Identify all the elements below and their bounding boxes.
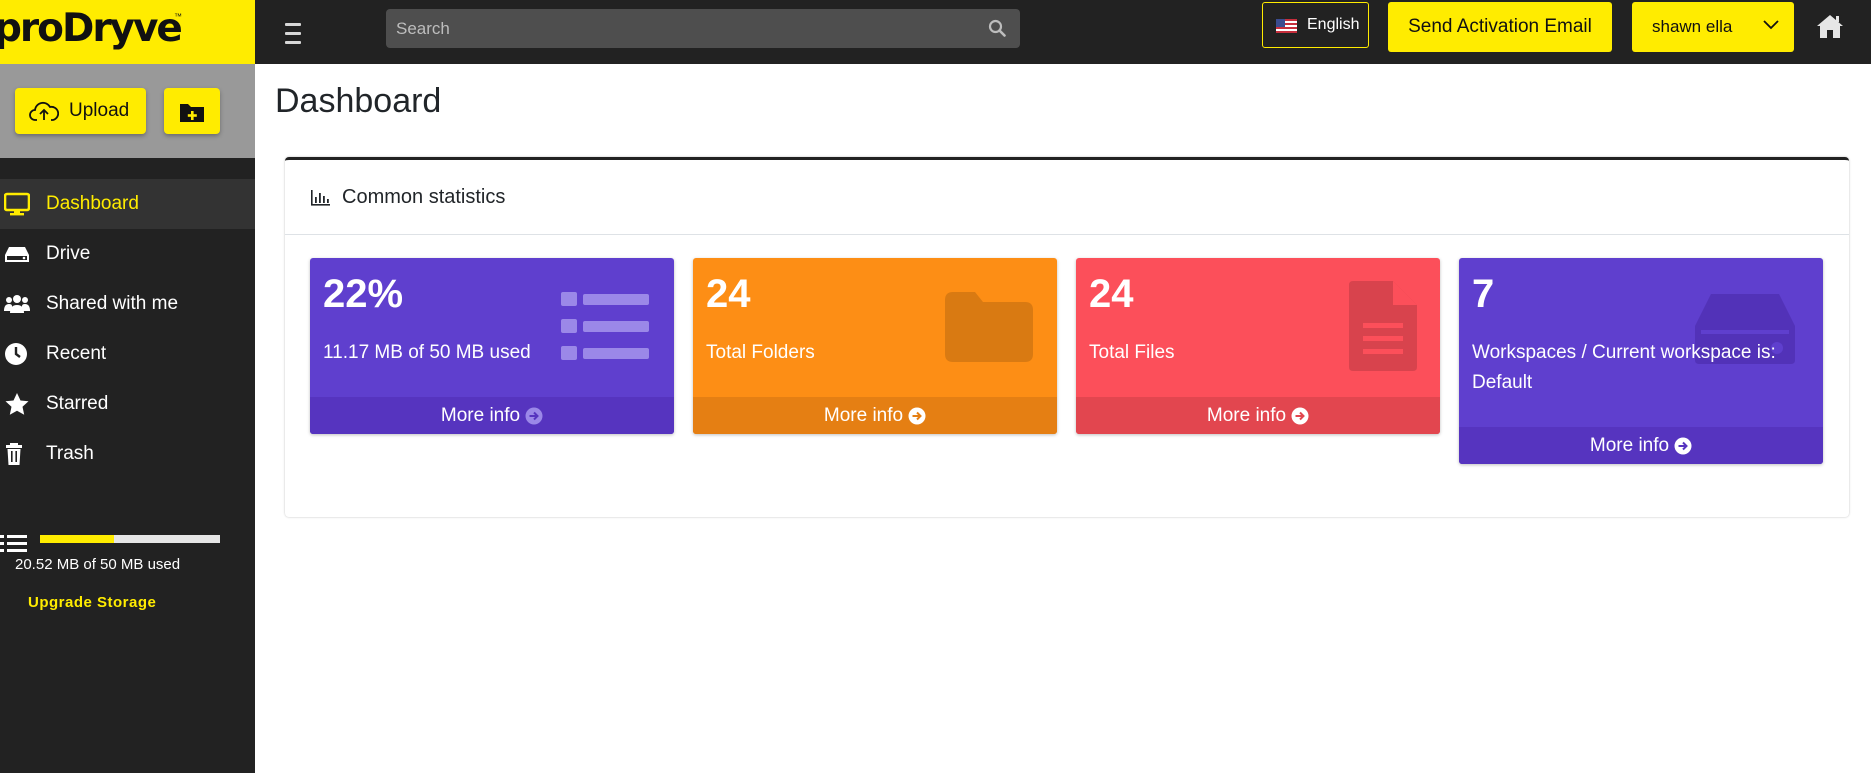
cloud-upload-icon — [29, 101, 59, 121]
chevron-down-icon — [1763, 20, 1779, 30]
clock-icon — [5, 343, 27, 365]
arrow-circle-right-icon — [908, 407, 926, 424]
new-folder-button[interactable] — [164, 88, 220, 134]
common-statistics-card: Common statistics 22% 11.17 MB of 50 MB … — [285, 157, 1849, 517]
storage-progress-fill — [40, 535, 114, 543]
upload-button[interactable]: Upload — [15, 88, 146, 134]
box-value: 24 — [706, 272, 751, 316]
more-info-label: More info — [440, 404, 521, 426]
more-info-label: More info — [1589, 434, 1670, 456]
top-navbar: proDryve ™ English Send Activation Email… — [0, 0, 1871, 64]
logo-text: proDryve — [0, 6, 183, 51]
hard-drive-icon — [5, 247, 29, 262]
upgrade-storage-link[interactable]: Upgrade Storage — [28, 594, 156, 611]
monitor-icon — [4, 192, 30, 216]
box-description: Total Folders — [706, 342, 815, 363]
list-icon — [561, 292, 649, 360]
sidebar-item-label: Shared with me — [46, 293, 179, 314]
upload-label: Upload — [69, 100, 130, 121]
brand-logo[interactable]: proDryve ™ — [0, 0, 255, 64]
search-icon[interactable] — [988, 19, 1006, 37]
stats-card-title: Common statistics — [342, 186, 506, 208]
sidebar-item-label: Dashboard — [46, 193, 139, 214]
more-info-label: More info — [823, 404, 904, 426]
star-icon — [5, 393, 29, 415]
box-description: Total Files — [1089, 342, 1175, 363]
upload-panel: Upload — [0, 64, 255, 158]
storage-progress-bar — [40, 535, 220, 543]
more-info-link[interactable]: More info — [1076, 397, 1440, 434]
sidebar-item-starred[interactable]: Starred — [0, 379, 255, 429]
sidebar-item-label: Drive — [46, 243, 91, 264]
language-label: English — [1307, 16, 1360, 33]
user-name: shawn ella — [1652, 17, 1733, 36]
box-value: 22% — [323, 272, 404, 316]
box-value: 24 — [1089, 272, 1134, 316]
storage-usage-text: 20.52 MB of 50 MB used — [15, 556, 181, 573]
logo-trademark: ™ — [174, 12, 182, 21]
folder-plus-icon — [180, 104, 204, 122]
more-info-link[interactable]: More info — [310, 397, 674, 434]
storage-list-icon — [0, 535, 27, 552]
user-menu-dropdown[interactable]: shawn ella — [1632, 2, 1794, 52]
sidebar-item-label: Starred — [46, 393, 109, 414]
box-description: Workspaces / Current workspace is: Defau… — [1472, 342, 1776, 393]
sidebar: Upload Dashboard Drive Shared with me Re… — [0, 64, 255, 773]
language-selector[interactable]: English — [1262, 2, 1369, 48]
sidebar-nav: Dashboard Drive Shared with me Recent St… — [0, 179, 255, 479]
stats-card-header: Common statistics — [285, 160, 1849, 235]
arrow-circle-right-icon — [1674, 437, 1692, 454]
box-description: 11.17 MB of 50 MB used — [323, 342, 531, 363]
more-info-link[interactable]: More info — [1459, 427, 1823, 464]
total-folders-box: 24 Total Folders More info — [693, 258, 1057, 434]
home-icon[interactable] — [1815, 12, 1845, 40]
more-info-label: More info — [1206, 404, 1287, 426]
sidebar-item-trash[interactable]: Trash — [0, 429, 255, 479]
sidebar-item-label: Trash — [46, 443, 94, 464]
workspaces-box: 7 Workspaces / Current workspace is: Def… — [1459, 258, 1823, 464]
page-title: Dashboard — [275, 82, 442, 120]
bar-chart-icon — [311, 190, 330, 206]
storage-used-box: 22% 11.17 MB of 50 MB used More info — [310, 258, 674, 434]
send-activation-email-button[interactable]: Send Activation Email — [1388, 2, 1612, 52]
more-info-link[interactable]: More info — [693, 397, 1057, 434]
total-files-box: 24 Total Files More info — [1076, 258, 1440, 434]
arrow-circle-right-icon — [525, 407, 543, 424]
box-value: 7 — [1472, 272, 1495, 316]
sidebar-item-dashboard[interactable]: Dashboard — [0, 179, 255, 229]
trash-icon — [6, 443, 22, 465]
arrow-circle-right-icon — [1291, 407, 1309, 424]
search-input[interactable] — [386, 9, 976, 48]
sidebar-item-label: Recent — [46, 343, 107, 364]
sidebar-item-recent[interactable]: Recent — [0, 329, 255, 379]
search-bar — [386, 9, 1020, 48]
folder-icon — [945, 292, 1033, 362]
sidebar-item-shared[interactable]: Shared with me — [0, 279, 255, 329]
sidebar-item-drive[interactable]: Drive — [0, 229, 255, 279]
menu-toggle-icon[interactable] — [281, 17, 305, 47]
us-flag-icon — [1276, 19, 1297, 33]
file-text-icon — [1349, 281, 1417, 371]
users-icon — [4, 295, 30, 313]
